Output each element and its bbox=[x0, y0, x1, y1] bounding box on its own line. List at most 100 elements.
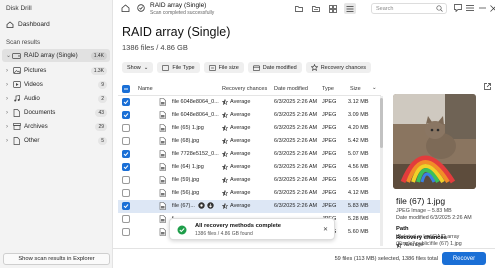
menu-icon[interactable] bbox=[464, 3, 476, 13]
open-external-icon[interactable] bbox=[484, 83, 491, 92]
sidebar-item-archives[interactable]: › Archives 29 bbox=[2, 120, 110, 133]
page-subtitle: 1386 files / 4.86 GB bbox=[122, 43, 188, 52]
search-input[interactable]: Search bbox=[371, 3, 447, 14]
scrollbar-thumb[interactable] bbox=[380, 98, 383, 148]
toast-title: All recovery methods complete bbox=[195, 223, 282, 229]
count-badge: 29 bbox=[95, 122, 107, 131]
disk-icon bbox=[12, 52, 21, 59]
close-icon[interactable] bbox=[487, 3, 495, 13]
row-checkbox[interactable] bbox=[122, 215, 130, 223]
archive-icon bbox=[12, 123, 21, 130]
file-size: 5.07 MB bbox=[348, 151, 369, 157]
picture-icon bbox=[162, 64, 170, 71]
filter-label: File Type bbox=[172, 64, 195, 71]
file-name: file (68).jpg bbox=[172, 138, 200, 144]
recovery-chance: Average bbox=[222, 177, 250, 183]
star-half-icon bbox=[222, 177, 228, 183]
row-checkbox[interactable] bbox=[122, 189, 130, 197]
save-session-icon[interactable] bbox=[293, 3, 305, 14]
toast-subtitle: 1386 files / 4.86 GB found bbox=[195, 231, 253, 237]
other-icon bbox=[12, 136, 21, 145]
file-name: file (56).jpg bbox=[172, 190, 200, 196]
date-modified: 6/3/2025 2:26 AM bbox=[274, 164, 318, 170]
image-file-icon bbox=[159, 228, 166, 238]
preview-type-size: JPEG Image – 5.83 MB bbox=[396, 208, 452, 214]
table-row[interactable]: file (64) 1.jpg Average 6/3/2025 2:26 AM JP… bbox=[118, 161, 381, 174]
star-half-icon bbox=[222, 112, 228, 118]
column-header-recovery[interactable]: Recovery chances bbox=[222, 86, 267, 92]
sidebar-item-dashboard[interactable]: Dashboard bbox=[6, 21, 50, 28]
table-row[interactable]: file 7728e5152_0... Average 6/3/2025 2:26 … bbox=[118, 148, 381, 161]
select-all-checkbox[interactable] bbox=[122, 85, 130, 93]
column-header-type[interactable]: Type bbox=[322, 86, 334, 92]
row-checkbox[interactable] bbox=[122, 163, 130, 171]
column-header-date[interactable]: Date modified bbox=[274, 86, 308, 92]
column-header-name[interactable]: Name bbox=[138, 86, 153, 92]
close-icon[interactable]: ✕ bbox=[323, 226, 328, 233]
recover-button[interactable]: Recover bbox=[442, 252, 486, 265]
row-checkbox[interactable] bbox=[122, 124, 130, 132]
preview-path-label: Path bbox=[396, 226, 409, 232]
help-icon[interactable] bbox=[452, 3, 464, 13]
table-row[interactable]: file (67)... Average 6/3/2025 2:26 AM JPEG 5… bbox=[118, 200, 381, 213]
sidebar-item-audio[interactable]: › Audio 2 bbox=[2, 92, 110, 105]
table-row[interactable]: file (68).jpg Average 6/3/2025 2:26 AM JPEG… bbox=[118, 135, 381, 148]
sidebar-item-pictures[interactable]: › Pictures 1.3K bbox=[2, 64, 110, 77]
file-type: JPEG bbox=[322, 190, 337, 196]
file-size-filter-button[interactable]: File size bbox=[203, 62, 244, 73]
recovery-chance: Average bbox=[222, 112, 250, 118]
sort-descending-icon[interactable]: ⌄ bbox=[372, 85, 377, 91]
file-size: 5.60 MB bbox=[348, 229, 369, 235]
folder-icon[interactable] bbox=[310, 3, 322, 14]
preview-eye-icon[interactable] bbox=[198, 202, 205, 209]
recovery-value: Average bbox=[230, 151, 251, 157]
sidebar-item-videos[interactable]: › Videos 9 bbox=[2, 78, 110, 91]
sidebar-item-raid[interactable]: ⌄ RAID array (Single) 1.4K bbox=[2, 49, 110, 62]
preview-date: Date modified 6/3/2025 2:26 AM bbox=[396, 215, 472, 221]
sidebar-item-label: Archives bbox=[24, 123, 48, 130]
filter-label: Date modified bbox=[262, 64, 297, 71]
file-type: JPEG bbox=[322, 125, 337, 131]
home-icon bbox=[6, 21, 14, 28]
table-row[interactable]: file 6048e8064_0... Average 6/3/2025 2:26 … bbox=[118, 109, 381, 122]
row-checkbox[interactable] bbox=[122, 150, 130, 158]
recovery-chances-filter-button[interactable]: Recovery chances bbox=[305, 62, 371, 73]
table-row[interactable]: file (56).jpg Average 6/3/2025 2:26 AM JPEG… bbox=[118, 187, 381, 200]
count-badge: 43 bbox=[95, 108, 107, 117]
table-row[interactable]: file (65) 1.jpg Average 6/3/2025 2:26 AM JP… bbox=[118, 122, 381, 135]
table-row[interactable]: file 6048e8064_0... Average 6/3/2025 2:26 … bbox=[118, 96, 381, 109]
recovery-value: Average bbox=[230, 203, 251, 209]
date-modified-filter-button[interactable]: Date modified bbox=[247, 62, 302, 73]
filter-label: File size bbox=[218, 64, 239, 71]
scan-results-heading: Scan results bbox=[6, 39, 41, 46]
file-name: file 6048e8064_0... bbox=[172, 99, 219, 105]
recover-file-icon[interactable] bbox=[207, 202, 214, 209]
file-type: JPEG bbox=[322, 151, 337, 157]
row-checkbox[interactable] bbox=[122, 111, 130, 119]
sidebar-item-other[interactable]: › Other 5 bbox=[2, 134, 110, 147]
row-checkbox[interactable] bbox=[122, 98, 130, 106]
show-in-explorer-button[interactable]: Show scan results in Explorer bbox=[3, 253, 110, 265]
sidebar-item-label: Videos bbox=[24, 81, 43, 88]
recovery-value: Average bbox=[230, 99, 251, 105]
row-checkbox[interactable] bbox=[122, 202, 130, 210]
show-filter-button[interactable]: Show ⌄ bbox=[122, 62, 154, 73]
file-type: JPEG bbox=[322, 203, 337, 209]
row-checkbox[interactable] bbox=[122, 176, 130, 184]
filter-label: Recovery chances bbox=[320, 64, 366, 71]
home-icon[interactable] bbox=[121, 4, 130, 14]
calendar-icon bbox=[252, 65, 260, 71]
row-checkbox[interactable] bbox=[122, 228, 130, 236]
file-type-filter-button[interactable]: File Type bbox=[157, 62, 200, 73]
image-file-icon bbox=[159, 189, 166, 199]
grid-view-icon[interactable] bbox=[327, 3, 339, 14]
column-header-size[interactable]: Size bbox=[350, 86, 361, 92]
file-name: file (59).jpg bbox=[172, 177, 200, 183]
sidebar-item-documents[interactable]: › Documents 43 bbox=[2, 106, 110, 119]
table-row[interactable]: file (59).jpg Average 6/3/2025 2:26 AM JPEG… bbox=[118, 174, 381, 187]
search-placeholder: Search bbox=[376, 5, 394, 12]
footer: 59 files (113 MB) selected, 1386 files t… bbox=[113, 248, 495, 268]
row-checkbox[interactable] bbox=[122, 137, 130, 145]
count-badge: 1.3K bbox=[90, 66, 107, 75]
list-view-icon[interactable] bbox=[344, 3, 356, 14]
